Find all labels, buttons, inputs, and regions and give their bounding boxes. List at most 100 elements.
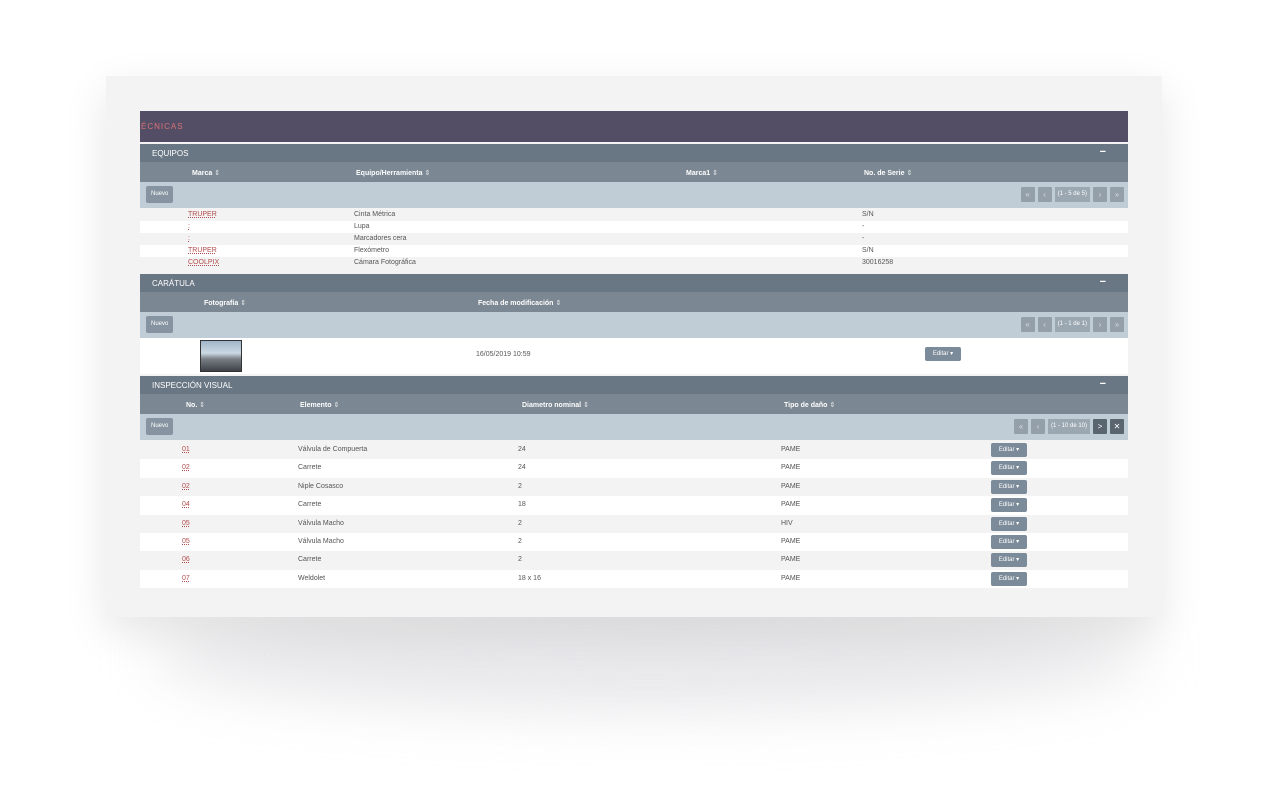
table-row: 01 Válvula de Compuerta 24 PAME Editar ▾	[140, 441, 1128, 460]
edit-button[interactable]: Editar ▾	[925, 347, 961, 361]
prev-page-icon[interactable]: ‹	[1037, 187, 1052, 202]
no-link[interactable]: 02	[182, 464, 190, 471]
equipo-cell: Flexómetro	[354, 247, 390, 254]
collapse-icon[interactable]: −	[1100, 378, 1106, 390]
pager-info: (1 - 5 de 5)	[1054, 187, 1090, 202]
table-row: 07 Weldolet 18 x 16 PAME Editar ▾	[140, 569, 1128, 589]
edit-button[interactable]: Editar ▾	[991, 553, 1027, 568]
col-serie[interactable]: No. de Serie ⇕	[864, 169, 912, 177]
marca-link[interactable]: :	[188, 235, 190, 242]
col-diametro[interactable]: Diametro nominal ⇕	[522, 401, 589, 409]
marca-link[interactable]: COOLPIX	[188, 259, 219, 266]
first-page-icon[interactable]: «	[1020, 187, 1035, 202]
new-equipo-button[interactable]: Nuevo	[146, 186, 174, 203]
sort-icon[interactable]: ⇕	[906, 170, 912, 177]
table-row: 06 Carrete 2 PAME Editar ▾	[140, 551, 1128, 570]
edit-button[interactable]: Editar ▾	[991, 479, 1027, 494]
prev-page-icon[interactable]: ‹	[1037, 317, 1052, 332]
module-header: ÉCNICAS	[140, 111, 1128, 142]
equipos-column-header: Marca ⇕ Equipo/Herramienta ⇕ Marca1 ⇕ No. d…	[140, 162, 1128, 182]
sort-icon[interactable]: ⇕	[334, 402, 340, 409]
table-row: 04 Carrete 18 PAME Editar ▾	[140, 496, 1128, 515]
new-inspeccion-button[interactable]: Nuevo	[146, 418, 174, 435]
elemento-cell: Válvula de Compuerta	[298, 446, 368, 453]
elemento-cell: Válvula Macho	[298, 519, 344, 527]
next-page-icon[interactable]: >	[1093, 419, 1107, 434]
edit-button[interactable]: Editar ▾	[991, 461, 1027, 476]
sort-icon[interactable]: ⇕	[199, 402, 205, 409]
diametro-cell: 2	[518, 556, 522, 564]
inspeccion-title: INSPECCIÓN VISUAL	[152, 381, 233, 390]
caratula-pager: « ‹ (1 - 1 de 1) › »	[1020, 316, 1124, 333]
marca-link[interactable]: TRUPER	[188, 247, 217, 254]
marca-link[interactable]: TRUPER	[188, 211, 217, 218]
serie-cell: -	[862, 223, 865, 230]
col-marca1[interactable]: Marca1 ⇕	[686, 169, 718, 177]
diametro-cell: 18	[518, 501, 526, 509]
sort-icon[interactable]: ⇕	[214, 170, 220, 177]
col-fotografia[interactable]: Fotografía ⇕	[204, 299, 246, 307]
edit-button[interactable]: Editar ▾	[991, 443, 1027, 457]
edit-button[interactable]: Editar ▾	[991, 534, 1027, 549]
first-page-icon[interactable]: «	[1013, 419, 1028, 434]
col-tipo[interactable]: Tipo de daño ⇕	[784, 401, 835, 409]
diametro-cell: 24	[518, 446, 526, 453]
caratula-section-header[interactable]: CARÁTULA −	[140, 274, 1128, 292]
no-link[interactable]: 05	[182, 520, 190, 527]
next-page-icon[interactable]: ›	[1093, 317, 1107, 332]
last-page-icon[interactable]: »	[1110, 317, 1124, 332]
serie-cell: 30016258	[862, 259, 894, 266]
new-caratula-button[interactable]: Nuevo	[146, 316, 174, 333]
tipo-cell: PAME	[781, 482, 801, 490]
diametro-cell: 2	[518, 482, 522, 490]
no-link[interactable]: 06	[182, 556, 190, 563]
edit-button[interactable]: Editar ▾	[991, 498, 1027, 513]
inspeccion-list: 01 Válvula de Compuerta 24 PAME Editar ▾…	[140, 440, 1128, 589]
first-page-icon[interactable]: «	[1020, 317, 1035, 332]
serie-cell: -	[862, 235, 865, 242]
diametro-cell: 2	[518, 537, 522, 545]
marca-link[interactable]: :	[188, 223, 190, 230]
sort-icon[interactable]: ⇕	[240, 300, 246, 307]
tipo-cell: HIV	[781, 519, 793, 527]
equipos-pager: « ‹ (1 - 5 de 5) › »	[1020, 186, 1124, 203]
elemento-cell: Niple Cosasco	[298, 482, 344, 490]
equipos-toolbar: Nuevo « ‹ (1 - 5 de 5) › »	[140, 182, 1128, 208]
col-elemento[interactable]: Elemento ⇕	[300, 401, 339, 409]
equipos-section-header[interactable]: EQUIPOS −	[140, 144, 1128, 162]
table-row: COOLPIX Cámara Fotográfica 30016258	[140, 257, 1128, 269]
prev-page-icon[interactable]: ‹	[1030, 419, 1045, 434]
sort-icon[interactable]: ⇕	[829, 402, 835, 409]
tipo-cell: PAME	[781, 574, 801, 582]
table-row: 02 Carrete 24 PAME Editar ▾	[140, 459, 1128, 478]
col-fecha[interactable]: Fecha de modificación ⇕	[478, 299, 561, 307]
pager-info: (1 - 1 de 1)	[1054, 317, 1090, 332]
sort-icon[interactable]: ⇕	[555, 300, 561, 307]
col-no[interactable]: No. ⇕	[186, 401, 205, 409]
col-marca[interactable]: Marca ⇕	[192, 169, 220, 177]
edit-button[interactable]: Editar ▾	[991, 571, 1027, 586]
tipo-cell: PAME	[781, 556, 801, 564]
edit-button[interactable]: Editar ▾	[991, 516, 1027, 531]
no-link[interactable]: 02	[182, 483, 190, 490]
no-link[interactable]: 01	[182, 446, 190, 453]
pager-info: (1 - 10 de 10)	[1047, 419, 1090, 434]
no-link[interactable]: 07	[182, 575, 190, 582]
no-link[interactable]: 05	[182, 538, 190, 545]
next-page-icon[interactable]: ›	[1093, 187, 1107, 202]
serie-cell: S/N	[862, 211, 874, 218]
last-page-icon[interactable]: »	[1110, 187, 1124, 202]
photo-thumbnail[interactable]	[200, 340, 242, 372]
inspeccion-section-header[interactable]: INSPECCIÓN VISUAL −	[140, 376, 1128, 394]
collapse-icon[interactable]: −	[1100, 276, 1106, 288]
fecha-cell: 16/05/2019 10:59	[476, 351, 531, 358]
collapse-icon[interactable]: −	[1100, 146, 1106, 158]
sort-icon[interactable]: ⇕	[583, 402, 589, 409]
last-page-icon[interactable]: ✕	[1110, 419, 1124, 434]
sort-icon[interactable]: ⇕	[712, 170, 718, 177]
elemento-cell: Weldolet	[298, 574, 326, 582]
sort-icon[interactable]: ⇕	[425, 170, 431, 177]
elemento-cell: Carrete	[298, 501, 322, 509]
no-link[interactable]: 04	[182, 501, 190, 508]
col-equipo[interactable]: Equipo/Herramienta ⇕	[356, 169, 430, 177]
